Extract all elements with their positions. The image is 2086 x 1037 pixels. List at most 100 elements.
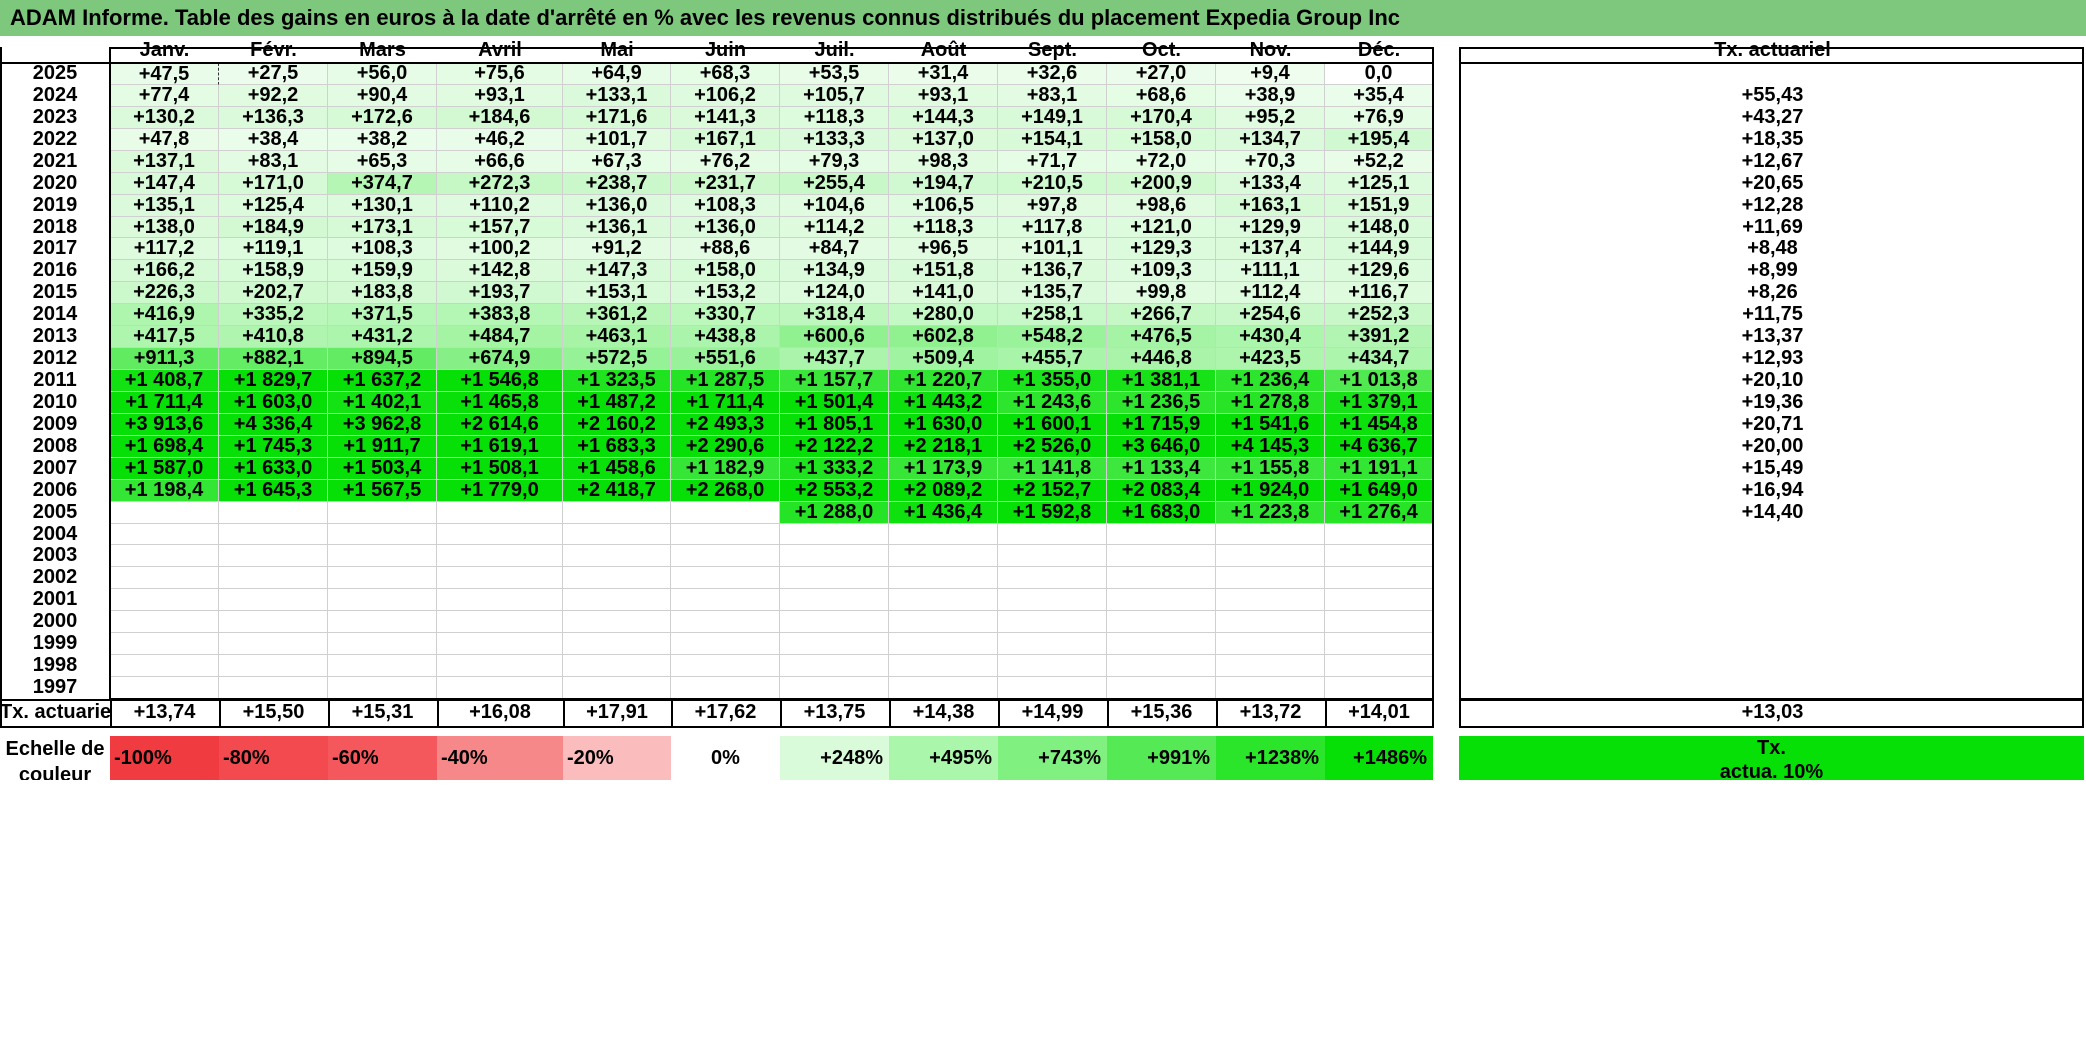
table-cell: +147,4 bbox=[110, 172, 219, 195]
table-cell: +53,5 bbox=[780, 63, 889, 85]
table-cell: +1 436,4 bbox=[889, 501, 998, 524]
table-cell bbox=[780, 677, 889, 699]
row-tx-actuariel: +15,49 bbox=[1741, 457, 1804, 479]
table-cell: +1 454,8 bbox=[1325, 413, 1433, 436]
year-label: 2008 bbox=[32, 435, 78, 457]
table-cell bbox=[1107, 677, 1216, 699]
table-cell: +141,3 bbox=[671, 106, 780, 129]
table-cell: +56,0 bbox=[328, 63, 437, 85]
table-cell: +88,6 bbox=[671, 238, 780, 261]
table-cell: +1 715,9 bbox=[1107, 413, 1216, 436]
footer-col-sep bbox=[780, 698, 782, 728]
table-cell: +9,4 bbox=[1216, 63, 1325, 85]
row-tx-actuariel: +20,71 bbox=[1741, 413, 1804, 435]
table-cell: +136,7 bbox=[998, 260, 1107, 283]
table-cell bbox=[110, 655, 219, 678]
table-cell: +2 526,0 bbox=[998, 435, 1107, 458]
legend-swatch: -60% bbox=[328, 736, 437, 780]
table-cell bbox=[437, 589, 563, 612]
table-cell: +110,2 bbox=[437, 194, 563, 217]
footer-col-sep bbox=[1325, 698, 1327, 728]
footer-value: +14,38 bbox=[912, 700, 975, 723]
table-cell: +70,3 bbox=[1216, 150, 1325, 173]
table-cell: +147,3 bbox=[563, 260, 671, 283]
table-cell bbox=[998, 523, 1107, 546]
table-cell: +272,3 bbox=[437, 172, 563, 195]
row-tx-actuariel: +16,94 bbox=[1741, 479, 1804, 501]
table-cell: +27,0 bbox=[1107, 63, 1216, 85]
table-cell bbox=[889, 567, 998, 590]
table-cell bbox=[998, 611, 1107, 634]
table-cell bbox=[219, 611, 328, 634]
table-cell: +142,8 bbox=[437, 260, 563, 283]
footer-value: +15,36 bbox=[1130, 700, 1193, 723]
table-cell: +330,7 bbox=[671, 304, 780, 327]
table-cell bbox=[563, 655, 671, 678]
table-cell: +148,0 bbox=[1325, 216, 1433, 239]
table-cell bbox=[1107, 655, 1216, 678]
row-tx-actuariel: +19,36 bbox=[1741, 391, 1804, 413]
table-cell bbox=[1216, 589, 1325, 612]
table-cell bbox=[780, 655, 889, 678]
table-cell: +3 962,8 bbox=[328, 413, 437, 436]
row-tx-actuariel bbox=[1459, 545, 2086, 567]
table-cell: +171,0 bbox=[219, 172, 328, 195]
row-tx-actuariel: +8,26 bbox=[1747, 282, 1798, 304]
legend-swatch: -100% bbox=[110, 736, 219, 780]
table-cell: +158,0 bbox=[1107, 128, 1216, 151]
table-cell: +144,9 bbox=[1325, 238, 1433, 261]
table-cell: +136,3 bbox=[219, 106, 328, 129]
table-cell bbox=[671, 589, 780, 612]
table-cell: +1 182,9 bbox=[671, 457, 780, 480]
footer-value: +17,91 bbox=[586, 700, 648, 723]
table-cell: +238,7 bbox=[563, 172, 671, 195]
table-cell: +111,1 bbox=[1216, 260, 1325, 283]
footer-col-sep bbox=[328, 698, 330, 728]
table-cell: +119,1 bbox=[219, 238, 328, 261]
table-cell bbox=[998, 677, 1107, 699]
table-cell: +1 619,1 bbox=[437, 435, 563, 458]
table-cell bbox=[328, 567, 437, 590]
row-tx-actuariel: +20,10 bbox=[1741, 370, 1804, 392]
footer-col-sep bbox=[998, 698, 1000, 728]
legend-swatch: +495% bbox=[889, 736, 998, 780]
table-cell: +47,5 bbox=[110, 63, 219, 85]
row-tx-actuariel bbox=[1459, 524, 2086, 546]
year-label: 2003 bbox=[32, 545, 78, 567]
table-cell: +2 493,3 bbox=[671, 413, 780, 436]
footer-total: +13,03 bbox=[1741, 700, 1804, 723]
table-cell bbox=[563, 501, 671, 524]
table-cell bbox=[328, 501, 437, 524]
year-label: 2017 bbox=[32, 238, 78, 260]
table-cell: +1 220,7 bbox=[889, 370, 998, 392]
legend-swatch: +743% bbox=[998, 736, 1107, 780]
table-cell bbox=[1107, 633, 1216, 656]
table-cell bbox=[563, 633, 671, 656]
row-tx-actuariel: +20,00 bbox=[1741, 435, 1804, 457]
table-cell: +1 381,1 bbox=[1107, 370, 1216, 392]
footer-label: Tx. actuariel bbox=[0, 700, 110, 723]
table-cell: +1 637,2 bbox=[328, 370, 437, 392]
table-cell: +38,9 bbox=[1216, 84, 1325, 107]
month-header: Juil. bbox=[814, 39, 855, 61]
page-title: ADAM Informe. Table des gains en euros à… bbox=[0, 0, 2086, 36]
table-cell: +99,8 bbox=[1107, 282, 1216, 305]
table-cell: +135,7 bbox=[998, 282, 1107, 305]
table-cell: +90,4 bbox=[328, 84, 437, 107]
table-cell: +434,7 bbox=[1325, 348, 1433, 370]
footer-col-sep bbox=[1216, 698, 1218, 728]
table-cell: +430,4 bbox=[1216, 326, 1325, 349]
table-cell: +167,1 bbox=[671, 128, 780, 151]
table-cell: +2 083,4 bbox=[1107, 479, 1216, 502]
table-cell: +1 323,5 bbox=[563, 370, 671, 392]
table-cell: +2 160,2 bbox=[563, 413, 671, 436]
table-cell: +101,1 bbox=[998, 238, 1107, 261]
footer-col-sep bbox=[889, 698, 891, 728]
table-cell bbox=[1325, 611, 1433, 634]
table-cell: +2 218,1 bbox=[889, 435, 998, 458]
table-cell: +1 603,0 bbox=[219, 391, 328, 414]
table-cell: +423,5 bbox=[1216, 348, 1325, 370]
table-cell: +68,3 bbox=[671, 63, 780, 85]
table-cell bbox=[889, 611, 998, 634]
table-cell bbox=[998, 655, 1107, 678]
